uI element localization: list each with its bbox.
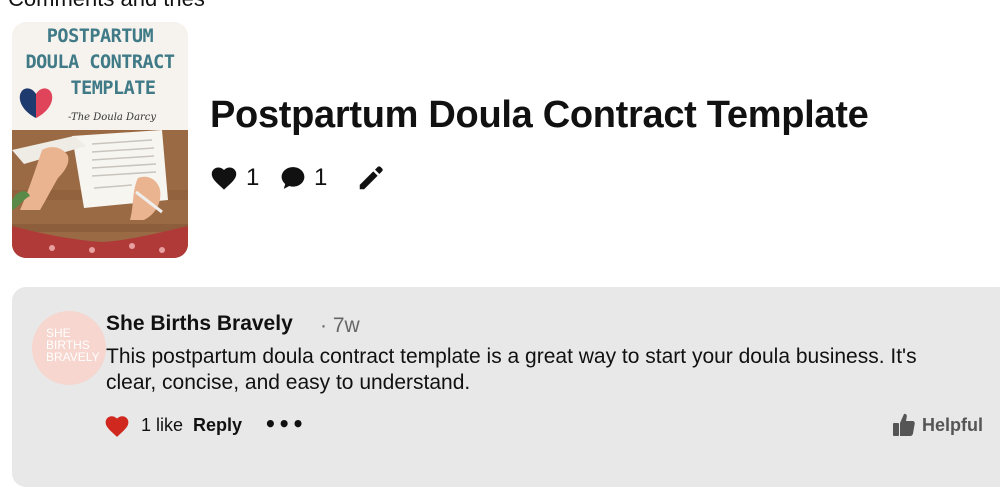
comment-actions: 1 like Reply ••• Helpful [104,412,994,440]
reply-button[interactable]: Reply [193,415,242,436]
likes-count: 1 [246,164,260,191]
heart-icon [211,167,237,190]
avatar[interactable]: SHE BIRTHS BRAVELY [32,311,106,385]
comment-author[interactable]: She Births Bravely [106,312,293,336]
helpful-label: Helpful [922,414,983,435]
heart-reaction-icon[interactable] [104,414,130,438]
helpful-button[interactable]: Helpful [892,412,983,438]
comment-icon [281,167,305,189]
contract-photo [12,130,188,258]
pencil-icon [359,166,383,190]
more-options-button[interactable]: ••• [264,412,305,436]
comment-card: SHE BIRTHS BRAVELY She Births Bravely · … [12,287,1000,487]
heart-logo-icon [19,88,53,118]
avatar-text-line: BRAVELY [46,350,100,364]
comments-stat[interactable]: 1 [280,160,327,196]
comment-text: This postpartum doula contract template … [106,345,917,394]
thumbnail-title-line: POSTPARTUM [46,26,154,47]
pin-thumbnail[interactable]: POSTPARTUM DOULA CONTRACT TEMPLATE -The … [12,22,188,258]
thumbnail-title-line: DOULA CONTRACT [25,52,175,73]
likes-stat[interactable]: 1 [210,160,259,196]
comments-count: 1 [314,164,328,191]
pin-title: Postpartum Doula Contract Template [210,94,869,136]
thumbs-up-icon [893,413,915,436]
thumbnail-byline: -The Doula Darcy [68,112,157,123]
edit-button[interactable] [356,160,386,196]
section-header: Comments and tries [8,0,205,12]
comment-time: · 7w [320,314,360,337]
comment-like-count[interactable]: 1 like [141,415,183,436]
